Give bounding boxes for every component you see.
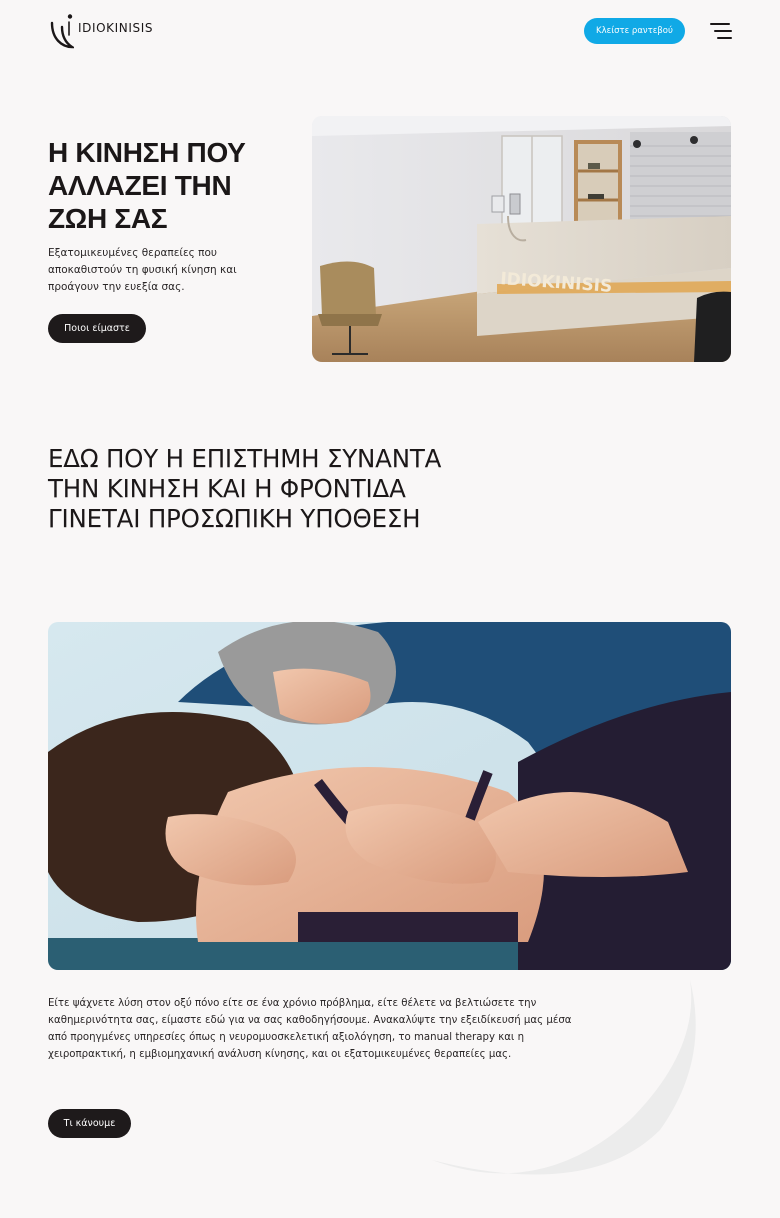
logo-text: IDIOKINISIS xyxy=(78,21,154,35)
intro-description: Είτε ψάχνετε λύση στον οξύ πόνο είτε σε … xyxy=(48,998,572,1060)
therapy-photo xyxy=(48,622,731,970)
logo-icon xyxy=(50,14,74,49)
book-appointment-button[interactable]: Κλείστε ραντεβού xyxy=(584,18,685,44)
logo-link[interactable]: IDIOKINISIS xyxy=(48,13,153,49)
what-we-do-button[interactable]: Τι κάνουμε xyxy=(48,1109,131,1138)
reception-photo: IDIOKINISIS xyxy=(312,116,731,362)
hamburger-menu-icon[interactable] xyxy=(708,21,734,41)
section-title: ΕΔΩ ΠΟΥ Η ΕΠΙΣΤΗΜΗ ΣΥΝΑΝΤΑ ΤΗΝ ΚΙΝΗΣΗ ΚΑ… xyxy=(48,444,442,533)
who-we-are-button[interactable]: Ποιοι είμαστε xyxy=(48,314,146,343)
hero-description: Εξατομικευμένες θεραπείες που αποκαθιστο… xyxy=(48,247,237,293)
site-header: IDIOKINISIS Κλείστε ραντεβού xyxy=(0,0,780,62)
hero-title: Η ΚΙΝΗΣΗ ΠΟΥ ΑΛΛΑΖΕΙ ΤΗΝ ΖΩΗ ΣΑΣ xyxy=(48,137,246,234)
